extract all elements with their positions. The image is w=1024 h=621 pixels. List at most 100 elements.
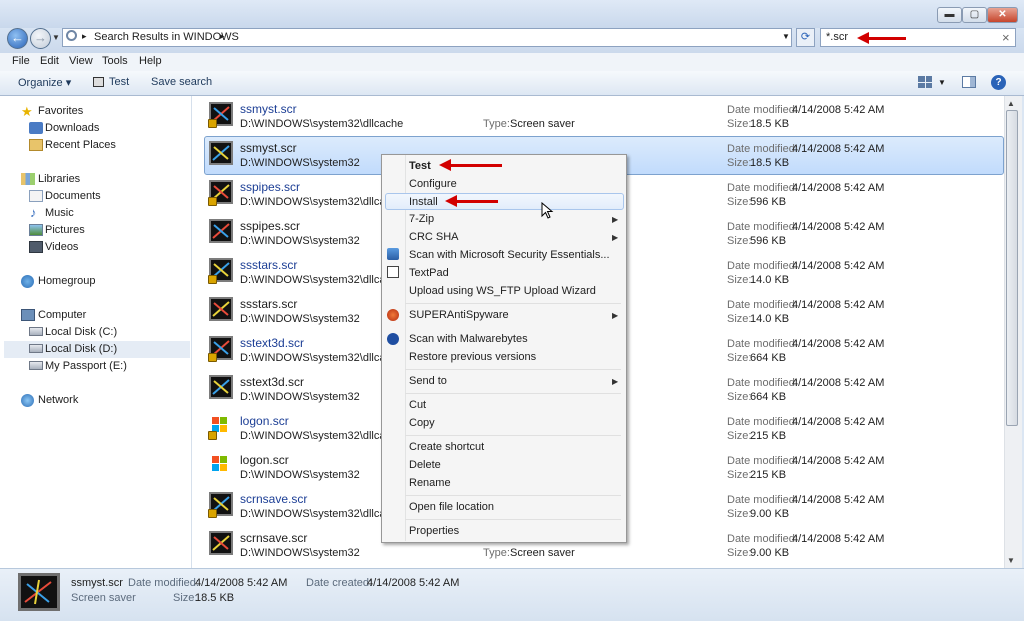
ctx-test[interactable]: Test (409, 160, 431, 172)
date-modified-label: Date modified: (727, 494, 798, 506)
refresh-button[interactable]: ⟳ (796, 28, 815, 47)
nav-downloads[interactable]: Downloads (45, 122, 99, 134)
nav-pictures[interactable]: Pictures (45, 224, 85, 236)
file-name[interactable]: sspipes.scr (240, 219, 300, 233)
file-name[interactable]: sstext3d.scr (240, 375, 304, 389)
ctx-properties[interactable]: Properties (409, 525, 459, 537)
file-name[interactable]: ssstars.scr (240, 297, 297, 311)
breadcrumb-search-results[interactable]: Search Results in WINDOWS (94, 31, 239, 43)
nav-computer[interactable]: Computer (38, 309, 86, 321)
ctx-superantispyware[interactable]: SUPERAntiSpyware (409, 309, 509, 321)
nav-recent-places[interactable]: Recent Places (45, 139, 116, 151)
nav-favorites[interactable]: Favorites (38, 105, 83, 117)
save-search-button[interactable]: Save search (151, 76, 212, 88)
submenu-arrow-icon: ▶ (612, 233, 619, 242)
recent-pages-dropdown[interactable]: ▼ (52, 33, 60, 42)
file-type-label: Type: (483, 118, 510, 130)
ctx-upload-wsftp[interactable]: Upload using WS_FTP Upload Wizard (409, 285, 596, 297)
file-name[interactable]: logon.scr (240, 414, 289, 428)
details-date-created-label: Date created: (306, 577, 373, 589)
breadcrumb-separator[interactable]: ▸ (220, 31, 225, 42)
file-name[interactable]: scrnsave.scr (240, 531, 307, 545)
file-name[interactable]: ssstars.scr (240, 258, 297, 272)
minimize-button[interactable]: ▬ (937, 7, 962, 23)
file-name[interactable]: ssmyst.scr (240, 141, 297, 155)
documents-icon (29, 190, 43, 202)
file-size: 664 KB (750, 391, 787, 403)
ctx-configure[interactable]: Configure (409, 178, 457, 190)
menu-edit[interactable]: Edit (40, 55, 59, 67)
ctx-copy[interactable]: Copy (409, 417, 435, 429)
help-icon[interactable]: ? (991, 75, 1006, 90)
file-name[interactable]: sstext3d.scr (240, 336, 304, 350)
ctx-delete[interactable]: Delete (409, 459, 441, 471)
ctx-send-to[interactable]: Send to (409, 375, 447, 387)
ctx-textpad[interactable]: TextPad (409, 267, 449, 279)
maximize-button[interactable]: ▢ (962, 7, 987, 23)
nav-libraries[interactable]: Libraries (38, 173, 80, 185)
file-size: 215 KB (750, 430, 787, 442)
details-date-modified: 4/14/2008 5:42 AM (195, 577, 288, 589)
pictures-icon (29, 224, 43, 236)
breadcrumb-separator[interactable]: ▸ (82, 31, 87, 42)
address-dropdown-icon[interactable]: ▼ (782, 32, 790, 41)
search-box[interactable] (820, 28, 1016, 47)
nav-network[interactable]: Network (38, 394, 78, 406)
nav-local-disk-c[interactable]: Local Disk (C:) (45, 326, 117, 338)
close-button[interactable]: ✕ (987, 7, 1018, 23)
nav-music[interactable]: Music (45, 207, 74, 219)
scroll-thumb[interactable] (1006, 110, 1018, 426)
nav-my-passport-e[interactable]: My Passport (E:) (45, 360, 127, 372)
submenu-arrow-icon: ▶ (612, 215, 619, 224)
videos-icon (29, 241, 43, 253)
file-size: 14.0 KB (750, 274, 790, 286)
date-modified-label: Date modified: (727, 182, 798, 194)
organize-button[interactable]: Organize ▾ (18, 76, 71, 89)
menu-file[interactable]: File (12, 55, 30, 67)
ctx-cut[interactable]: Cut (409, 399, 426, 411)
ctx-scan-mse[interactable]: Scan with Microsoft Security Essentials.… (409, 249, 610, 261)
scroll-up-arrow[interactable]: ▲ (1007, 99, 1015, 108)
file-path: D:\WINDOWS\system32 (240, 391, 360, 403)
size-label: Size: (727, 430, 752, 442)
details-size-label: Size: (173, 592, 198, 604)
back-button[interactable]: ← (7, 28, 28, 49)
ctx-7zip[interactable]: 7-Zip (409, 213, 434, 225)
ctx-open-file-location[interactable]: Open file location (409, 501, 494, 513)
file-date-modified: 4/14/2008 5:42 AM (792, 299, 885, 311)
file-date-modified: 4/14/2008 5:42 AM (792, 221, 885, 233)
views-dropdown-icon[interactable]: ▼ (938, 78, 946, 87)
menu-tools[interactable]: Tools (102, 55, 128, 67)
nav-local-disk-d[interactable]: Local Disk (D:) (45, 343, 117, 355)
nav-videos[interactable]: Videos (45, 241, 78, 253)
file-size: 14.0 KB (750, 313, 790, 325)
annotation-arrowhead (857, 32, 869, 44)
forward-button[interactable]: → (30, 28, 51, 49)
file-size: 596 KB (750, 235, 787, 247)
file-name[interactable]: scrnsave.scr (240, 492, 307, 506)
views-icon[interactable] (918, 76, 932, 88)
file-date-modified: 4/14/2008 5:42 AM (792, 182, 885, 194)
file-name[interactable]: ssmyst.scr (240, 102, 297, 116)
scroll-down-arrow[interactable]: ▼ (1007, 556, 1015, 565)
menu-view[interactable]: View (69, 55, 93, 67)
file-name[interactable]: logon.scr (240, 453, 289, 467)
search-input[interactable]: *.scr (826, 31, 848, 43)
ctx-install[interactable]: Install (409, 196, 438, 208)
menu-separator (405, 435, 621, 436)
ctx-restore-versions[interactable]: Restore previous versions (409, 351, 536, 363)
ctx-rename[interactable]: Rename (409, 477, 451, 489)
ctx-create-shortcut[interactable]: Create shortcut (409, 441, 484, 453)
search-clear-button[interactable]: × (1002, 30, 1010, 45)
lock-icon (208, 509, 217, 518)
file-name[interactable]: sspipes.scr (240, 180, 300, 194)
date-modified-label: Date modified: (727, 455, 798, 467)
nav-homegroup[interactable]: Homegroup (38, 275, 95, 287)
test-button[interactable]: Test (109, 76, 129, 88)
ctx-scan-malwarebytes[interactable]: Scan with Malwarebytes (409, 333, 528, 345)
ctx-crc-sha[interactable]: CRC SHA (409, 231, 459, 243)
nav-documents[interactable]: Documents (45, 190, 101, 202)
menu-help[interactable]: Help (139, 55, 162, 67)
file-date-modified: 4/14/2008 5:42 AM (792, 377, 885, 389)
preview-pane-icon[interactable] (962, 76, 976, 88)
